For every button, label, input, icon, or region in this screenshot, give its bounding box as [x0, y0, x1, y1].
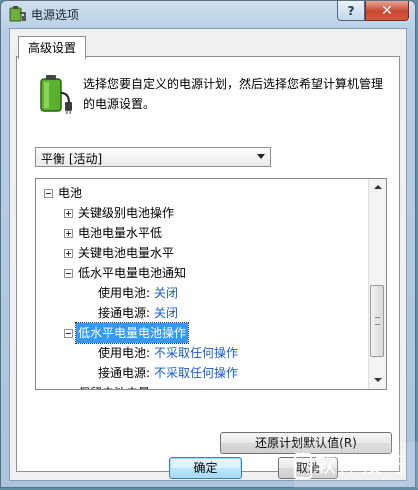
tree-row-label: 保留电池电量 [78, 383, 150, 389]
ok-button[interactable]: 确定 [169, 457, 242, 479]
tab-advanced-settings[interactable]: 高级设置 [18, 36, 87, 59]
tree-row-label: 电池电量水平低 [78, 226, 163, 240]
setting-value-link[interactable]: 不采取任何操作 [154, 343, 238, 363]
setting-value-link[interactable]: 不采取任何操作 [154, 363, 238, 383]
tree-node-row[interactable]: 关键电池电量水平 [36, 243, 366, 263]
close-button[interactable]: ✕ [365, 1, 409, 21]
dialog-client-area: 高级设置 选择您要自定义的电源计划，然后选择您希望计算机管理的电源设置。 平衡 … [9, 28, 407, 481]
collapse-minus-icon[interactable] [64, 269, 73, 278]
tree-setting-row[interactable]: 接通电源: 关闭 [36, 303, 366, 323]
tree-setting-row[interactable]: 接通电源: 不采取任何操作 [36, 363, 366, 383]
tree-row-label: 接通电源: [98, 366, 151, 380]
collapse-minus-icon[interactable] [64, 329, 73, 338]
tree-row-label: 接通电源: [98, 306, 151, 320]
title-bar[interactable]: 电源选项 ? ✕ [1, 1, 415, 27]
setting-value-link[interactable]: 关闭 [154, 303, 178, 323]
chevron-down-icon [257, 154, 265, 159]
tree-setting-row[interactable]: 使用电池: 不采取任何操作 [36, 343, 366, 363]
power-options-window: 电源选项 ? ✕ 高级设置 选择您要自定义的电源计划，然后选择您希望计算机管理的… [0, 0, 416, 488]
tree-node-row[interactable]: 电池电量水平低 [36, 223, 366, 243]
scroll-up-button[interactable] [369, 179, 386, 196]
tree-row-label: 低水平电量电池操作 [74, 322, 190, 344]
tree-row-label: 关键级别电池操作 [78, 206, 175, 220]
setting-value-link[interactable]: 关闭 [154, 283, 178, 303]
watermark: 软件技巧 [294, 442, 418, 488]
advanced-settings-panel: 选择您要自定义的电源计划，然后选择您希望计算机管理的电源设置。 平衡 [活动] … [16, 56, 400, 472]
scroll-thumb[interactable] [370, 285, 384, 357]
tree-node-row[interactable]: 低水平电量电池操作 [36, 322, 366, 344]
tree-row-label: 低水平电量电池通知 [78, 266, 187, 280]
tree-node-row[interactable]: 低水平电量电池通知 [36, 263, 366, 283]
power-plan-dropdown[interactable]: 平衡 [活动] [35, 147, 271, 167]
arrow-up-icon [374, 185, 382, 189]
expand-plus-icon[interactable] [64, 249, 73, 258]
title-buttons: ? ✕ [337, 1, 409, 21]
expand-plus-icon[interactable] [64, 209, 73, 218]
tree-vertical-scrollbar[interactable] [368, 179, 386, 389]
help-button[interactable]: ? [337, 1, 365, 21]
tree-row-label: 使用电池: [98, 346, 151, 360]
tree-row-label: 关键电池电量水平 [78, 246, 175, 260]
battery-icon [40, 75, 72, 114]
window-title: 电源选项 [31, 8, 80, 22]
tree-node-row[interactable]: 保留电池电量 [36, 383, 366, 390]
settings-tree[interactable]: 电池 关键级别电池操作 电池电量水平低 关键电池电量水平 低水平电量电池通知 使用电池: 关… [35, 178, 387, 390]
expand-plus-icon[interactable] [64, 389, 73, 390]
expand-plus-icon[interactable] [64, 229, 73, 238]
tree-node-row[interactable]: 电池 [36, 183, 366, 203]
tree-row-label: 电池 [58, 186, 83, 200]
watermark-text: 软件技巧 [315, 453, 407, 477]
arrow-down-icon [374, 378, 382, 382]
collapse-minus-icon[interactable] [44, 189, 53, 198]
power-options-icon [9, 6, 26, 22]
scroll-down-button[interactable] [369, 372, 386, 389]
tree-setting-row[interactable]: 使用电池: 关闭 [36, 283, 366, 303]
power-plan-value: 平衡 [活动] [41, 152, 103, 166]
watermark-logo-icon [294, 453, 312, 479]
instructions-text: 选择您要自定义的电源计划，然后选择您希望计算机管理的电源设置。 [83, 77, 384, 111]
tree-node-row[interactable]: 关键级别电池操作 [36, 203, 366, 223]
tree-row-label: 使用电池: [98, 286, 151, 300]
